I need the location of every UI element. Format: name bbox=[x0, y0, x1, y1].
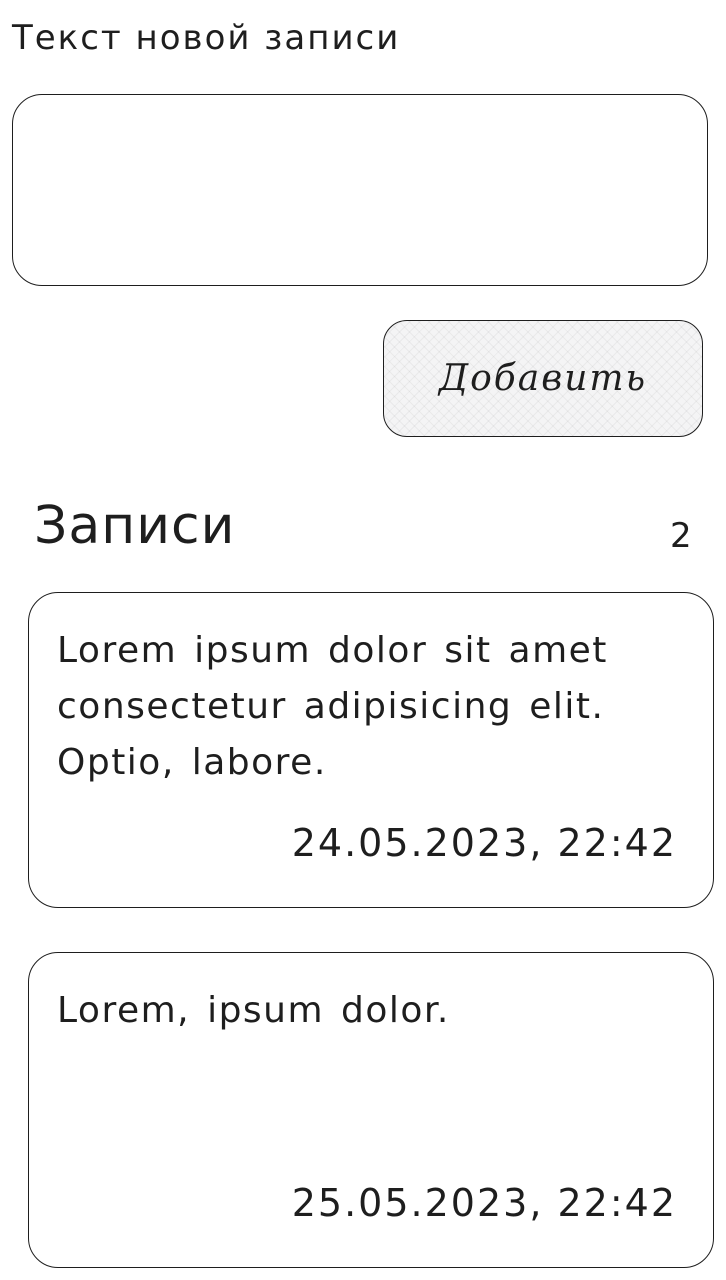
note-date: 24.05.2023, 22:42 bbox=[291, 821, 677, 865]
note-card[interactable]: Lorem, ipsum dolor. 25.05.2023, 22:42 bbox=[28, 952, 714, 1268]
notes-section-title: Записи bbox=[34, 496, 236, 556]
note-card[interactable]: Lorem ipsum dolor sit amet consectetur a… bbox=[28, 592, 714, 908]
note-text: Lorem, ipsum dolor. bbox=[57, 990, 450, 1031]
note-date: 25.05.2023, 22:42 bbox=[291, 1181, 677, 1225]
new-note-label: Текст новой записи bbox=[12, 18, 401, 58]
notes-count: 2 bbox=[670, 516, 692, 556]
add-note-button[interactable]: Добавить bbox=[383, 320, 703, 437]
new-note-input[interactable] bbox=[12, 94, 708, 286]
note-text: Lorem ipsum dolor sit amet consectetur a… bbox=[57, 630, 608, 783]
